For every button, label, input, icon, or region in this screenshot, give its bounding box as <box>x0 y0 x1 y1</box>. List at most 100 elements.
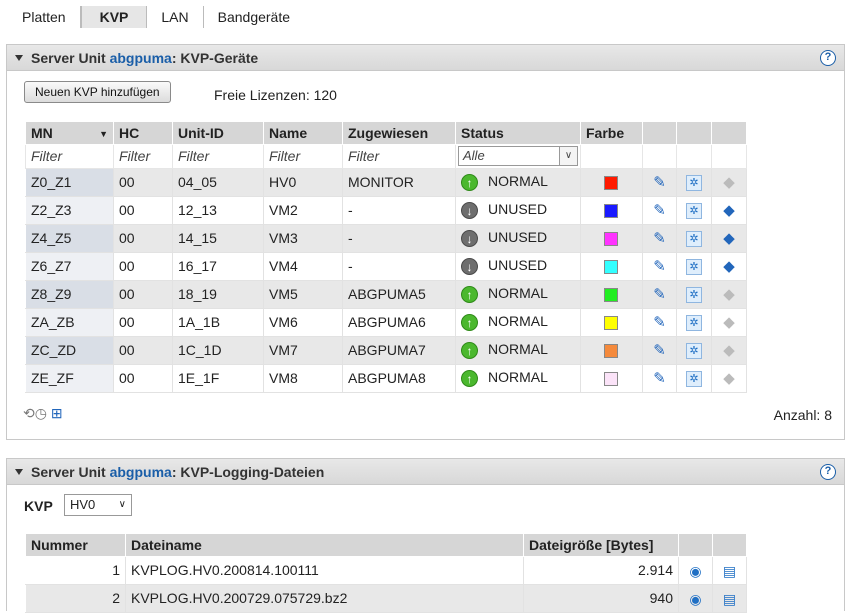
tab-kvp[interactable]: KVP <box>80 6 148 28</box>
cell-mn: Z8_Z9 <box>25 279 114 309</box>
column-header[interactable]: HC <box>113 122 173 145</box>
help-icon[interactable]: ? <box>820 464 836 480</box>
cell-mn: ZE_ZF <box>25 363 114 393</box>
configure-icon[interactable]: ✲ <box>686 286 702 303</box>
cell-assigned: ABGPUMA5 <box>342 279 456 309</box>
table-row[interactable]: 1 KVPLOG.HV0.200814.100111 2.914 ◉ ▤ <box>25 555 747 585</box>
export-icon[interactable]: ⊞ <box>51 405 63 421</box>
column-header[interactable]: Dateigröße [Bytes] <box>523 534 679 557</box>
edit-icon[interactable]: ✎ <box>652 230 668 247</box>
table-row[interactable]: ZC_ZD 00 1C_1D VM7 ABGPUMA7 ↑ NORMAL ✎ ✲ ◆ <box>25 335 747 365</box>
action-cell: ◆ <box>711 307 747 337</box>
table-row[interactable]: Z8_Z9 00 18_19 VM5 ABGPUMA5 ↑ NORMAL ✎ ✲ ◆ <box>25 279 747 309</box>
column-header[interactable]: Dateiname <box>125 534 524 557</box>
status-filter-cell: Alle ∨ <box>455 143 581 169</box>
view-icon[interactable]: ◉ <box>688 591 704 607</box>
column-header[interactable]: Nummer <box>25 534 126 557</box>
erase-icon[interactable]: ◆ <box>721 258 737 275</box>
cell-unit-id: 1E_1F <box>172 363 264 393</box>
action-cell: ◆ <box>711 251 747 281</box>
cell-mn: Z0_Z1 <box>25 167 114 197</box>
action-cell: ✲ <box>676 251 712 281</box>
action-cell: ✲ <box>676 279 712 309</box>
configure-icon[interactable]: ✲ <box>686 370 702 387</box>
table-row[interactable]: Z4_Z5 00 14_15 VM3- ↓ UNUSED ✎ ✲ ◆ <box>25 223 747 253</box>
cell-assigned: - <box>342 251 456 281</box>
configure-icon[interactable]: ✲ <box>686 258 702 275</box>
status-up-icon: ↑ <box>461 341 478 359</box>
cell-assigned: ABGPUMA6 <box>342 307 456 337</box>
edit-icon[interactable]: ✎ <box>652 202 668 219</box>
refresh-icon[interactable]: ⟲ <box>23 405 35 421</box>
color-swatch <box>604 344 618 359</box>
column-header[interactable]: MN ▼ <box>25 122 114 145</box>
table-row[interactable]: Z6_Z7 00 16_17 VM4- ↓ UNUSED ✎ ✲ ◆ <box>25 251 747 281</box>
table-row[interactable]: 2 KVPLOG.HV0.200729.075729.bz2 940 ◉ ▤ <box>25 583 747 613</box>
edit-icon[interactable]: ✎ <box>652 314 668 331</box>
cell-unit-id: 14_15 <box>172 223 264 253</box>
edit-icon[interactable]: ✎ <box>652 174 668 191</box>
configure-icon[interactable]: ✲ <box>686 230 702 247</box>
kvp-select[interactable]: HV0 ∨ <box>64 494 132 516</box>
configure-icon[interactable]: ✲ <box>686 202 702 219</box>
tab-platten[interactable]: Platten <box>8 6 81 28</box>
column-header-label: Status <box>461 124 504 141</box>
collapse-icon[interactable] <box>15 468 23 475</box>
status-filter-select[interactable]: Alle ∨ <box>458 146 578 166</box>
column-header[interactable]: Farbe <box>580 122 643 145</box>
column-header[interactable]: Zugewiesen <box>342 122 456 145</box>
erase-icon[interactable]: ◆ <box>721 202 737 219</box>
cell-status: ↓ UNUSED <box>455 195 581 225</box>
help-icon[interactable]: ? <box>820 50 836 66</box>
erase-icon[interactable]: ◆ <box>721 230 737 247</box>
column-header[interactable]: Name <box>263 122 343 145</box>
column-header[interactable]: Status <box>455 122 581 145</box>
edit-icon[interactable]: ✎ <box>652 370 668 387</box>
sort-desc-icon[interactable]: ▼ <box>99 129 108 139</box>
panel-header[interactable]: Server Unit abgpuma: KVP-Geräte ? <box>7 45 844 71</box>
column-header[interactable]: Unit-ID <box>172 122 264 145</box>
table-row[interactable]: Z2_Z3 00 12_13 VM2- ↓ UNUSED ✎ ✲ ◆ <box>25 195 747 225</box>
table-row[interactable]: ZE_ZF 00 1E_1F VM8 ABGPUMA8 ↑ NORMAL ✎ ✲ ◆ <box>25 363 747 393</box>
panel-header[interactable]: Server Unit abgpuma: KVP-Logging-Dateien… <box>7 459 844 485</box>
column-header-label: Zugewiesen <box>348 124 429 141</box>
edit-icon[interactable]: ✎ <box>652 258 668 275</box>
header-row: MN ▼ HC Unit-ID Name Zugewiesen Status Farbe <box>25 122 747 145</box>
configure-icon[interactable]: ✲ <box>686 314 702 331</box>
filter-input[interactable]: Filter <box>342 143 456 169</box>
configure-icon[interactable]: ✲ <box>686 174 702 191</box>
download-icon[interactable]: ▤ <box>722 591 738 607</box>
filter-input[interactable]: Filter <box>263 143 343 169</box>
filter-input[interactable]: Filter <box>25 143 114 169</box>
chevron-down-icon: ∨ <box>559 147 577 165</box>
download-icon[interactable]: ▤ <box>722 563 738 579</box>
collapse-icon[interactable] <box>15 54 23 61</box>
tab-bandgeräte[interactable]: Bandgeräte <box>204 6 304 28</box>
edit-icon[interactable]: ✎ <box>652 342 668 359</box>
status-text: NORMAL <box>488 313 548 330</box>
column-header-label: Farbe <box>586 124 625 141</box>
server-unit-link[interactable]: abgpuma <box>110 50 172 66</box>
status-up-icon: ↑ <box>461 369 478 387</box>
add-kvp-button[interactable]: Neuen KVP hinzufügen <box>24 81 171 103</box>
tab-lan[interactable]: LAN <box>147 6 204 28</box>
cell-unit-id: 04_05 <box>172 167 264 197</box>
configure-icon[interactable]: ✲ <box>686 342 702 359</box>
view-icon[interactable]: ◉ <box>688 563 704 579</box>
cell-unit-id: 1A_1B <box>172 307 264 337</box>
table-row[interactable]: Z0_Z1 00 04_05 HV0 MONITOR ↑ NORMAL ✎ ✲ ◆ <box>25 167 747 197</box>
action-column-header <box>678 534 713 557</box>
cell-color <box>580 335 643 365</box>
edit-icon[interactable]: ✎ <box>652 286 668 303</box>
server-unit-link[interactable]: abgpuma <box>110 464 172 480</box>
action-cell: ✎ <box>642 195 677 225</box>
cell-color <box>580 363 643 393</box>
cell-status: ↑ NORMAL <box>455 363 581 393</box>
filter-input[interactable]: Filter <box>113 143 173 169</box>
action-cell: ◉ <box>678 555 713 585</box>
filter-input[interactable]: Filter <box>172 143 264 169</box>
erase-icon: ◆ <box>723 173 735 191</box>
action-cell: ✲ <box>676 167 712 197</box>
free-licenses: Freie Lizenzen: 120 <box>214 87 337 103</box>
table-row[interactable]: ZA_ZB 00 1A_1B VM6 ABGPUMA6 ↑ NORMAL ✎ ✲ ◆ <box>25 307 747 337</box>
